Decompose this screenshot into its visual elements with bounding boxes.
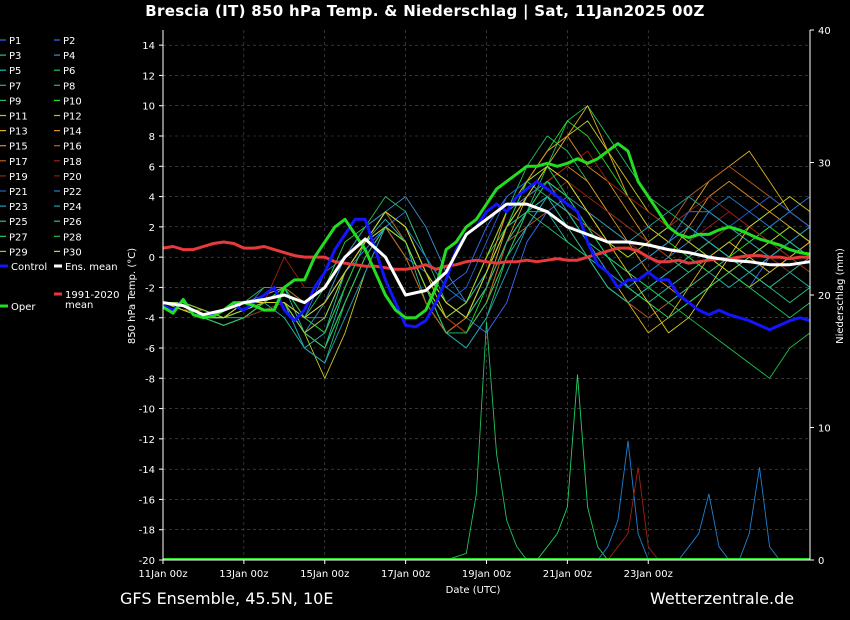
legend-label-P30: P30 [63, 247, 82, 258]
y-tick-label: -12 [139, 435, 155, 446]
legend-label-P29: P29 [9, 247, 28, 258]
legend-label-P12: P12 [63, 112, 82, 123]
x-tick-label: 23Jan 00z [624, 569, 673, 580]
legend-label-P10: P10 [63, 96, 82, 107]
y-axis-label: 850 hPa Temp. (°C) [127, 248, 138, 344]
legend-label-oper: Oper [11, 302, 36, 313]
legend-label-P3: P3 [9, 51, 21, 62]
y-tick-label: -8 [145, 374, 155, 385]
x-tick-label: 19Jan 00z [462, 569, 511, 580]
legend-label-P17: P17 [9, 157, 28, 168]
legend-label-P11: P11 [9, 112, 28, 123]
y-tick-label: 10 [142, 102, 155, 113]
y-tick-label: -2 [145, 283, 155, 294]
legend-label-P18: P18 [63, 157, 82, 168]
y-tick-label: -14 [139, 465, 155, 476]
legend-label-P13: P13 [9, 127, 28, 138]
x-tick-label: 17Jan 00z [381, 569, 430, 580]
legend-label-P23: P23 [9, 202, 28, 213]
x-tick-label: 21Jan 00z [543, 569, 592, 580]
y-tick-label: -16 [139, 495, 155, 506]
legend-label-P5: P5 [9, 66, 21, 77]
y-tick-label: -4 [145, 314, 155, 325]
legend-label-control: Control [11, 262, 47, 273]
x-tick-label: 15Jan 00z [300, 569, 349, 580]
legend-label-P20: P20 [63, 172, 82, 183]
x-tick-label: 11Jan 00z [138, 569, 187, 580]
legend-label-ens-mean: Ens. mean [65, 262, 118, 273]
legend-label-P9: P9 [9, 96, 21, 107]
legend-label-P1: P1 [9, 36, 21, 47]
legend: P1 P2 P3 P4 P5 P6 P7 P8 P9 P10 P11 P12 P13 P14 P15 P16 P… [0, 36, 120, 313]
chart-title: Brescia (IT) 850 hPa Temp. & Niederschla… [145, 2, 705, 20]
legend-label-P27: P27 [9, 232, 28, 243]
x-tick-label: 13Jan 00z [219, 569, 268, 580]
site-name: Wetterzentrale.de [650, 589, 795, 608]
legend-label-P8: P8 [63, 81, 75, 92]
y-tick-label: 4 [149, 193, 155, 204]
member-line-P11 [163, 120, 811, 379]
legend-label-P14: P14 [63, 127, 82, 138]
legend-label-P6: P6 [63, 66, 75, 77]
y2-tick-label: 30 [818, 159, 831, 170]
y-tick-label: 14 [142, 41, 155, 52]
y-tick-label: 0 [149, 253, 155, 264]
y-tick-label: -20 [139, 556, 155, 567]
legend-label-P21: P21 [9, 187, 28, 198]
legend-label-P24: P24 [63, 202, 82, 213]
y-tick-label: 12 [142, 71, 155, 82]
legend-label-P26: P26 [63, 217, 82, 228]
legend-label-P2: P2 [63, 36, 75, 47]
y-tick-label: 6 [149, 162, 155, 173]
chart-canvas: 14121086420-2-4-6-8-10-12-14-16-18-20 010… [0, 26, 846, 596]
legend-label-P16: P16 [63, 142, 82, 153]
y2-tick-label: 0 [818, 556, 824, 567]
legend-label-P7: P7 [9, 81, 21, 92]
y2-tick-label: 20 [818, 291, 831, 302]
y-tick-label: -10 [139, 405, 155, 416]
legend-label-P25: P25 [9, 217, 28, 228]
y-tick-label: -6 [145, 344, 155, 355]
model-info: GFS Ensemble, 45.5N, 10E [120, 589, 334, 608]
legend-label-P22: P22 [63, 187, 82, 198]
y2-axis-label: Niederschlag (mm) [835, 248, 846, 344]
grid [162, 30, 810, 561]
y-tick-label: 2 [149, 223, 155, 234]
legend-label-clim-mean: 1991-2020 mean [65, 290, 120, 311]
y2-tick-label: 10 [818, 424, 831, 435]
legend-label-P15: P15 [9, 142, 28, 153]
y-tick-label: -18 [139, 526, 155, 537]
legend-label-P19: P19 [9, 172, 28, 183]
y-tick-label: 8 [149, 132, 155, 143]
x-axis-label: Date (UTC) [446, 585, 501, 596]
y2-tick-label: 40 [818, 26, 831, 37]
legend-label-P4: P4 [63, 51, 75, 62]
legend-label-P28: P28 [63, 232, 82, 243]
